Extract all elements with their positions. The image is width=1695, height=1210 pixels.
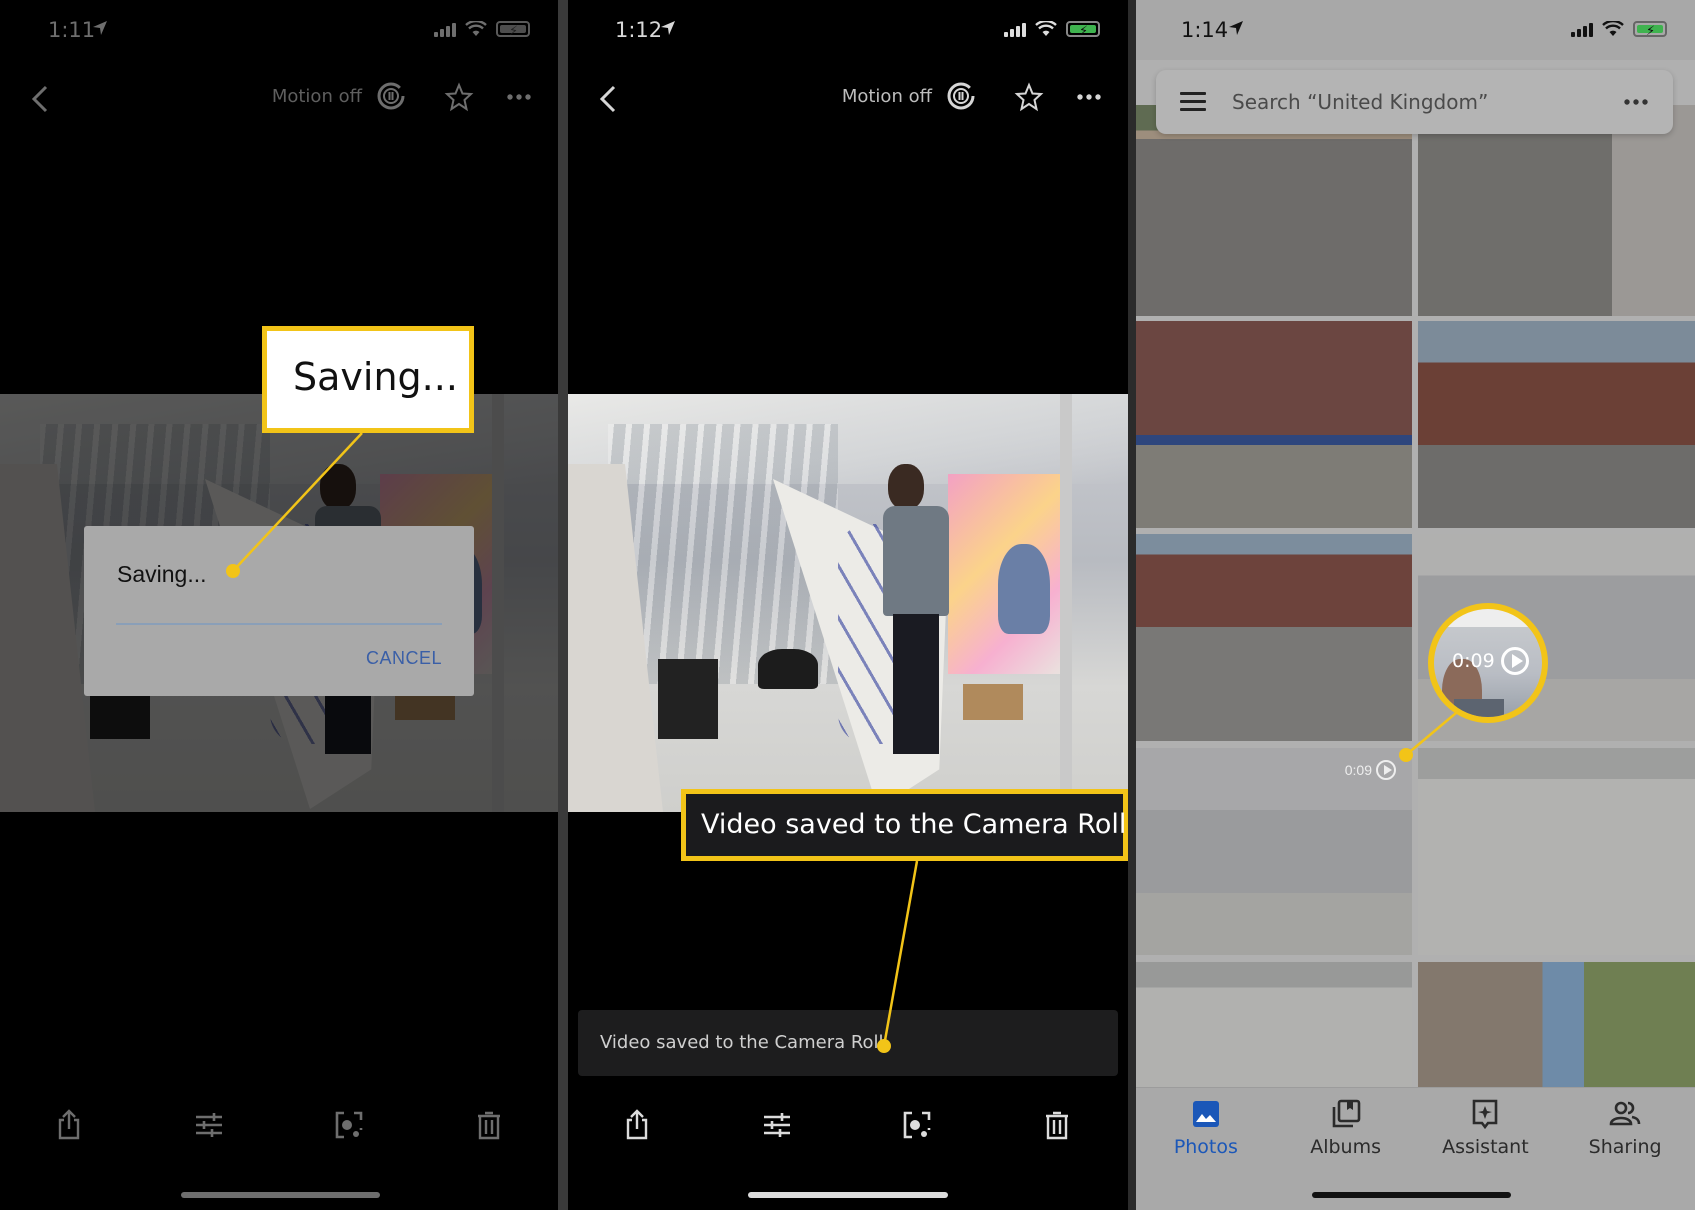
home-indicator — [748, 1192, 948, 1198]
tab-label: Assistant — [1442, 1136, 1529, 1158]
status-time: 1:11 — [48, 18, 96, 42]
adjust-icon[interactable] — [760, 1108, 794, 1142]
battery-charging-icon: ⚡ — [1633, 21, 1667, 38]
play-icon — [1500, 647, 1529, 675]
play-icon — [1376, 760, 1396, 780]
assistant-icon — [1473, 1099, 1498, 1130]
battery-charging-icon: ⚡ — [496, 21, 530, 38]
more-options-icon[interactable] — [1621, 88, 1651, 116]
viewer-bottom-toolbar — [0, 1108, 558, 1148]
location-arrow-icon — [93, 21, 107, 35]
wifi-icon — [465, 21, 487, 36]
trash-icon[interactable] — [472, 1108, 506, 1142]
tab-label: Sharing — [1588, 1136, 1662, 1158]
photo-tile[interactable] — [1418, 962, 1695, 1090]
viewer-top-bar: Motion off — [0, 74, 558, 122]
photo-tile[interactable] — [1418, 321, 1695, 528]
photo-tile-video[interactable]: 0:09 — [1136, 748, 1412, 955]
saving-dialog: Saving... CANCEL — [84, 526, 474, 696]
adjust-icon[interactable] — [192, 1108, 226, 1142]
lens-icon[interactable] — [332, 1108, 366, 1142]
tab-assistant[interactable]: Assistant — [1416, 1088, 1556, 1173]
battery-charging-icon: ⚡ — [1066, 21, 1100, 38]
saving-dialog-title: Saving... — [117, 561, 207, 587]
status-time: 1:12 — [615, 18, 663, 42]
location-arrow-icon — [1229, 21, 1243, 35]
lens-icon[interactable] — [900, 1108, 934, 1142]
cellular-signal-icon — [434, 21, 456, 37]
back-button[interactable] — [596, 84, 620, 114]
photo-grid: 0:09 — [1136, 60, 1695, 1090]
search-input[interactable] — [1232, 84, 1602, 120]
hamburger-menu-icon[interactable] — [1180, 92, 1206, 112]
photo-tile[interactable] — [1136, 105, 1412, 316]
location-arrow-icon — [661, 21, 675, 35]
more-options-icon[interactable] — [1074, 82, 1104, 112]
video-duration-badge: 0:09 — [1345, 760, 1396, 780]
status-time: 1:14 — [1181, 18, 1229, 42]
bottom-navigation: Photos Albums Assistant Sharing — [1136, 1087, 1695, 1210]
status-bar: 1:12 ⚡ — [568, 14, 1128, 48]
motion-off-label[interactable]: Motion off — [272, 86, 362, 107]
callout-video-zoom: 0:09 — [1428, 603, 1548, 723]
tab-photos[interactable]: Photos — [1136, 1088, 1276, 1173]
viewer-top-bar: Motion off — [568, 74, 1128, 122]
callout-video-saved: Video saved to the Camera Roll — [681, 789, 1128, 861]
cellular-signal-icon — [1571, 21, 1593, 37]
photo-tile[interactable] — [1418, 105, 1695, 316]
panel-divider — [558, 0, 568, 1210]
callout-text: Saving... — [293, 355, 458, 399]
photos-icon — [1192, 1101, 1219, 1127]
panel-video-saved: 1:12 ⚡ Motion off Video saved to the Cam… — [568, 0, 1128, 1210]
tab-albums[interactable]: Albums — [1276, 1088, 1416, 1173]
panel-divider — [1128, 0, 1136, 1210]
panel-photos-library: 0:09 1:14 ⚡ Photos — [1136, 0, 1695, 1210]
share-icon[interactable] — [52, 1108, 86, 1142]
status-bar: 1:14 ⚡ — [1136, 14, 1695, 48]
photo-tile[interactable] — [1136, 321, 1412, 528]
wifi-icon — [1602, 21, 1624, 36]
cellular-signal-icon — [1004, 21, 1026, 37]
trash-icon[interactable] — [1040, 1108, 1074, 1142]
cancel-button[interactable]: CANCEL — [366, 648, 442, 669]
home-indicator — [1312, 1192, 1511, 1198]
motion-toggle-icon[interactable] — [946, 81, 976, 111]
viewer-bottom-toolbar — [568, 1108, 1128, 1148]
status-bar: 1:11 ⚡ — [0, 14, 558, 48]
back-button[interactable] — [28, 84, 52, 114]
snackbar-toast: Video saved to the Camera Roll — [578, 1010, 1118, 1076]
motion-toggle-icon[interactable] — [376, 81, 406, 111]
albums-icon — [1332, 1099, 1360, 1128]
favorite-star-icon[interactable] — [1014, 82, 1044, 112]
search-bar — [1156, 70, 1673, 134]
home-indicator — [181, 1192, 380, 1198]
more-options-icon[interactable] — [504, 82, 534, 112]
callout-saving: Saving... — [262, 326, 474, 433]
photo-tile[interactable] — [1418, 748, 1695, 955]
panel-saving: 1:11 ⚡ Motion off Saving... CANCEL — [0, 0, 558, 1210]
saving-progress-bar — [116, 623, 442, 625]
photo-tile[interactable] — [1136, 534, 1412, 741]
motion-off-label[interactable]: Motion off — [842, 86, 932, 107]
tab-label: Albums — [1310, 1136, 1382, 1158]
photo-tile[interactable] — [1136, 962, 1412, 1090]
motion-photo — [568, 394, 1128, 812]
toast-message: Video saved to the Camera Roll — [600, 1032, 884, 1053]
sharing-icon — [1609, 1101, 1641, 1126]
favorite-star-icon[interactable] — [444, 82, 474, 112]
tab-sharing[interactable]: Sharing — [1555, 1088, 1695, 1173]
callout-text: Video saved to the Camera Roll — [701, 809, 1127, 840]
tab-label: Photos — [1173, 1136, 1238, 1158]
wifi-icon — [1035, 21, 1057, 36]
video-duration-label: 0:09 — [1452, 650, 1495, 672]
share-icon[interactable] — [620, 1108, 654, 1142]
